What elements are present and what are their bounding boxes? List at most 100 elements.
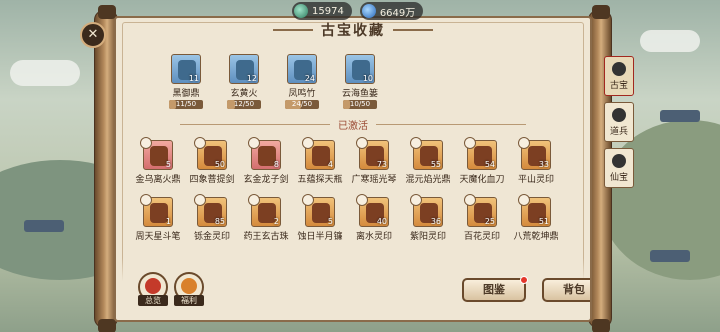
star-badge-icon: [518, 194, 530, 206]
activated-divider: 已激活: [134, 117, 572, 132]
treasure-name: 金乌离火鼎: [135, 175, 181, 185]
treasure-item[interactable]: 36 紫阳灵印: [406, 194, 450, 242]
treasure-item[interactable]: 33 平山灵印: [514, 137, 558, 185]
treasure-scroll-panel: 古宝收藏 11 黑御鼎 11/50 12 玄黄火 12/50 24 凤鸣竹 24/50 10 云海鱼…: [94, 5, 612, 332]
treasure-item[interactable]: [568, 140, 572, 185]
welfare-button[interactable]: 福利: [174, 272, 204, 306]
star-badge-icon: [194, 137, 206, 149]
treasure-icon: 51: [518, 194, 551, 227]
treasure-icon: 54: [464, 137, 497, 170]
treasure-name: 平山灵印: [517, 175, 554, 185]
treasure-name: 玄金龙子剑: [243, 175, 289, 185]
tab-label: 古宝: [609, 80, 628, 91]
tab-dao-soldier[interactable]: 道兵: [604, 102, 634, 142]
treasure-item[interactable]: 4 五蕴探天瓶: [297, 137, 343, 185]
overview-button[interactable]: 总览: [138, 272, 168, 306]
treasure-name: 五蕴探天瓶: [297, 175, 343, 185]
collection-progress-bar: 24/50: [285, 100, 319, 109]
bg-cloud: [640, 30, 700, 52]
close-icon: ✕: [87, 27, 99, 42]
treasure-item[interactable]: 8 玄金龙子剑: [243, 137, 289, 185]
treasure-item[interactable]: 1 周天星斗笔: [136, 194, 181, 242]
collection-progress-bar: 11/50: [169, 100, 203, 109]
treasure-icon: 33: [518, 137, 551, 170]
treasure-item[interactable]: 25 百花灵印: [460, 194, 504, 242]
currency-jade[interactable]: 15974: [292, 2, 352, 20]
treasure-item[interactable]: 5 蚀日半月镰: [298, 194, 343, 242]
bg-cloud: [10, 60, 80, 86]
currency-gem[interactable]: 6649万: [359, 2, 424, 20]
treasure-item[interactable]: 50 四象菩提剑: [189, 137, 235, 185]
immortal-treasure-tab-icon: [612, 153, 626, 168]
atlas-button[interactable]: 图鉴: [462, 276, 528, 302]
treasure-level: 24: [304, 74, 315, 83]
treasure-item[interactable]: 10 云海鱼篓 10/50: [338, 54, 382, 109]
welfare-label: 福利: [174, 295, 204, 306]
welfare-icon: [181, 278, 197, 294]
star-badge-icon: [302, 137, 314, 149]
star-badge-icon: [248, 194, 260, 206]
tab-immortal-treasure[interactable]: 仙宝: [604, 148, 634, 188]
treasure-item[interactable]: 55 混元焰光鼎: [405, 137, 451, 185]
treasure-name: 云海鱼篓: [341, 89, 378, 99]
treasure-item[interactable]: 24 凤鸣竹 24/50: [280, 54, 324, 109]
treasure-item[interactable]: 51 八荒乾坤鼎: [514, 194, 559, 242]
treasure-icon: 55: [410, 137, 443, 170]
bg-building: [650, 250, 690, 262]
tab-label: 仙宝: [609, 172, 628, 183]
treasure-level: 50: [214, 160, 225, 169]
treasure-item[interactable]: 85 铄金灵印: [190, 194, 234, 242]
tab-ancient-treasure[interactable]: 古宝: [604, 56, 634, 96]
progress-text: 12/50: [233, 100, 255, 108]
treasure-level: 2: [273, 217, 279, 226]
currency-gem-value: 6649万: [379, 7, 416, 19]
treasure-level: 85: [214, 217, 225, 226]
treasure-icon: 5: [302, 194, 335, 227]
treasure-name: 玄黄火: [230, 89, 258, 99]
treasure-name: 黑御鼎: [172, 89, 200, 99]
star-badge-icon: [140, 194, 152, 206]
treasure-item[interactable]: 12 玄黄火 12/50: [222, 54, 266, 109]
collection-list[interactable]: 11 黑御鼎 11/50 12 玄黄火 12/50 24 凤鸣竹 24/50 10 云海鱼篓 10/5…: [134, 54, 572, 260]
treasure-name: 百花灵印: [463, 232, 500, 242]
currency-jade-value: 15974: [312, 5, 344, 17]
star-badge-icon: [356, 194, 368, 206]
treasure-name: 四象菩提剑: [189, 175, 235, 185]
treasure-name: 铄金灵印: [193, 232, 230, 242]
treasure-icon: 5: [140, 137, 173, 170]
currency-bar: 15974 6649万: [292, 2, 424, 20]
progress-text: 11/50: [175, 100, 197, 108]
bag-button[interactable]: 背包: [542, 278, 590, 302]
star-badge-icon: [302, 194, 314, 206]
treasure-level: 5: [327, 217, 333, 226]
treasure-name: 紫阳灵印: [409, 232, 446, 242]
star-badge-icon: [464, 194, 476, 206]
treasure-item[interactable]: 2 药王玄古珠: [244, 194, 289, 242]
overview-label: 总览: [138, 295, 168, 306]
treasure-level: 10: [362, 74, 373, 83]
treasure-level: 12: [246, 74, 257, 83]
overview-icon: [145, 278, 161, 294]
page-title: 古宝收藏: [321, 23, 385, 39]
treasure-item[interactable]: 5 金乌离火鼎: [135, 137, 181, 185]
treasure-name: 混元焰光鼎: [405, 175, 451, 185]
treasure-icon: 8: [248, 137, 281, 170]
title-banner: 古宝收藏: [116, 20, 590, 40]
treasure-level: 51: [538, 217, 549, 226]
treasure-item[interactable]: 54 天魔化血刀: [460, 137, 505, 185]
treasure-level: 4: [327, 160, 333, 169]
treasure-level: 11: [188, 74, 199, 83]
treasure-icon: 24: [287, 54, 317, 84]
treasure-icon: 85: [194, 194, 227, 227]
atlas-button-label: 图鉴: [483, 283, 505, 296]
treasure-icon: 10: [345, 54, 375, 84]
treasure-level: 55: [430, 160, 441, 169]
treasure-item[interactable]: 11 黑御鼎 11/50: [164, 54, 208, 109]
unactivated-items: 11 黑御鼎 11/50 12 玄黄火 12/50 24 凤鸣竹 24/50 10 云海鱼篓 10/5…: [134, 54, 572, 109]
collection-progress-bar: 10/50: [343, 100, 377, 109]
treasure-item[interactable]: 40 离水灵印: [352, 194, 396, 242]
treasure-item[interactable]: 73 广寒瑶光琴: [352, 137, 397, 185]
close-button[interactable]: ✕: [80, 22, 106, 48]
jade-coin-icon: [294, 4, 308, 18]
soldier-tab-icon: [612, 107, 626, 122]
